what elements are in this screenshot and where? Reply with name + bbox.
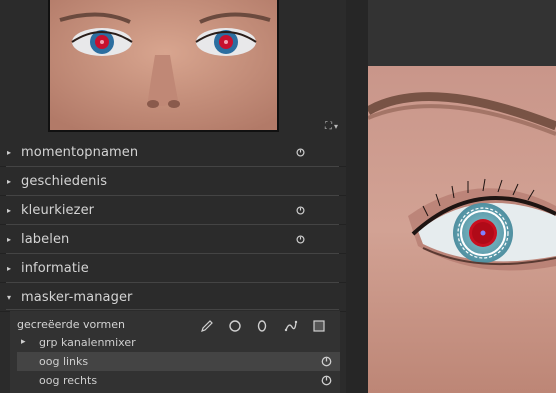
- module-informatie[interactable]: ▸ informatie: [0, 255, 346, 283]
- expander-arrow-icon: ▸: [7, 206, 12, 215]
- module-title: kleurkiezer: [21, 203, 95, 218]
- path-icon[interactable]: [283, 318, 299, 334]
- expander-arrow-icon: ▸: [7, 264, 12, 273]
- mask-row-oog-rechts[interactable]: oog rechts: [17, 371, 340, 390]
- pen-icon[interactable]: [199, 318, 215, 334]
- center-image-view: [368, 0, 556, 393]
- eye-closeup-image: [368, 66, 556, 393]
- chevron-down-icon: ▾: [333, 122, 338, 131]
- square-icon[interactable]: [311, 318, 327, 334]
- expander-arrow-icon: ▸: [7, 148, 12, 157]
- expander-arrow-icon: ▸: [7, 177, 12, 186]
- power-icon[interactable]: [296, 235, 305, 244]
- module-kleurkiezer[interactable]: ▸ kleurkiezer: [0, 197, 346, 225]
- divider: [6, 309, 339, 310]
- mask-row-label: grp kanalenmixer: [39, 336, 136, 349]
- power-icon[interactable]: [321, 356, 332, 367]
- zoom-selector[interactable]: ⛶ ▾: [308, 121, 338, 135]
- left-panel: ⛶ ▾ ▸ momentopnamen ▸ geschiedenis ▸ kleu…: [0, 0, 346, 393]
- divider: [6, 166, 339, 167]
- power-icon[interactable]: [296, 206, 305, 215]
- module-masker-manager[interactable]: ▾ masker-manager: [0, 284, 346, 312]
- panel-divider: [346, 0, 368, 393]
- module-title: labelen: [21, 232, 70, 247]
- expander-arrow-icon: ▾: [7, 293, 12, 302]
- navigation-thumbnail[interactable]: [48, 0, 279, 132]
- module-momentopnamen[interactable]: ▸ momentopnamen: [0, 139, 346, 167]
- main-image[interactable]: [368, 66, 556, 393]
- module-title: masker-manager: [21, 290, 133, 305]
- module-labelen[interactable]: ▸ labelen: [0, 226, 346, 254]
- created-shapes-label: gecreëerde vormen: [17, 318, 125, 331]
- module-title: geschiedenis: [21, 174, 108, 189]
- module-geschiedenis[interactable]: ▸ geschiedenis: [0, 168, 346, 196]
- mask-row-label: oog rechts: [39, 374, 98, 387]
- power-icon[interactable]: [321, 375, 332, 386]
- face-thumbnail-image: [50, 0, 277, 130]
- divider: [6, 195, 339, 196]
- ellipse-icon[interactable]: [254, 318, 270, 334]
- circle-icon[interactable]: [227, 318, 243, 334]
- navigation-module: ⛶ ▾: [0, 0, 346, 139]
- mask-group-row[interactable]: ▸ grp kanalenmixer: [17, 333, 340, 352]
- divider: [6, 282, 339, 283]
- fit-zoom-icon: ⛶: [324, 121, 332, 132]
- divider: [6, 224, 339, 225]
- power-icon[interactable]: [296, 148, 305, 157]
- module-title: momentopnamen: [21, 145, 139, 160]
- mask-manager-body: gecreëerde vormen ▸ grp kanalenmixer oog…: [10, 311, 340, 393]
- expander-arrow-icon: ▸: [7, 235, 12, 244]
- mask-row-oog-links[interactable]: oog links: [17, 352, 340, 371]
- divider: [6, 253, 339, 254]
- expander-arrow-icon: ▸: [21, 337, 26, 347]
- mask-row-label: oog links: [39, 355, 89, 368]
- module-title: informatie: [21, 261, 89, 276]
